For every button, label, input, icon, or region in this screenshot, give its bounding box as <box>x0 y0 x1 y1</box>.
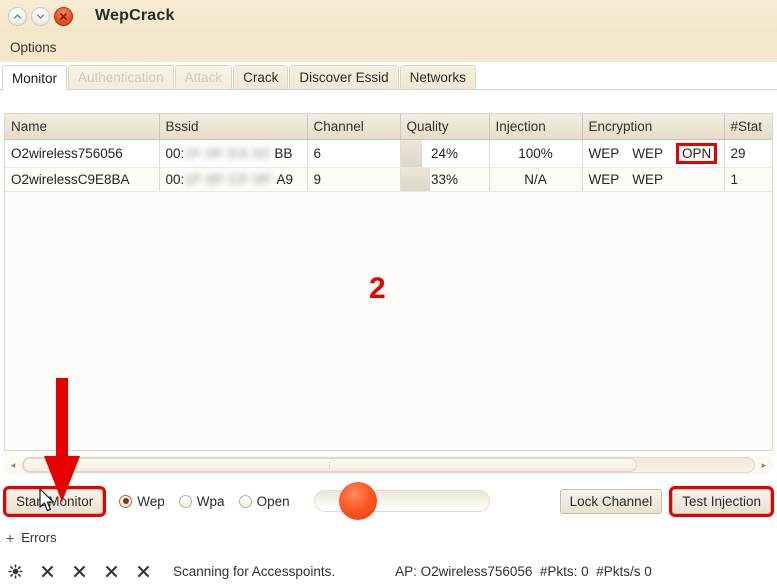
radio-option-open[interactable]: Open <box>238 493 290 509</box>
column-header-encryption[interactable]: Encryption <box>582 114 725 140</box>
tab-monitor[interactable]: Monitor <box>2 65 68 90</box>
bssid-redacted: 1F:9F:CF:0F: <box>184 172 277 188</box>
bssid-suffix: A9 <box>276 171 294 187</box>
chevron-down-icon <box>36 13 45 19</box>
annotation-step-number: 2 <box>369 272 386 305</box>
accesspoint-table: Name Bssid Channel Quality Injection Enc… <box>5 114 772 192</box>
status-message: Scanning for Accesspoints. <box>173 563 336 579</box>
cross-icon <box>41 565 54 577</box>
column-header-quality[interactable]: Quality <box>400 114 490 140</box>
radio-wpa-label: Wpa <box>196 493 225 509</box>
mode-radio-group: Wep Wpa Open <box>119 494 297 509</box>
encryption-part-2: WEP <box>632 172 664 187</box>
bssid-redacted: 1F:9F:E9:30: <box>184 146 275 162</box>
bssid-prefix: 00: <box>165 171 185 187</box>
cell-name: O2wirelessC9E8BA <box>5 167 160 192</box>
expander-plus-icon[interactable]: + <box>6 531 14 545</box>
tab-networks[interactable]: Networks <box>399 65 476 89</box>
cell-quality: 33% <box>400 167 490 192</box>
column-header-stat[interactable]: #Stat <box>724 114 772 140</box>
column-header-bssid[interactable]: Bssid <box>159 114 308 140</box>
scrollbar-track[interactable]: ⋮ <box>22 457 755 473</box>
table-row[interactable]: O2wireless756056 00:1F:9F:E9:30:BB 6 24%… <box>5 139 772 168</box>
sun-icon <box>8 563 23 579</box>
radio-open-label: Open <box>256 493 290 509</box>
menu-bar: Options <box>0 32 777 62</box>
cell-injection: N/A <box>489 167 583 192</box>
cell-stat: 1 <box>724 167 772 192</box>
horizontal-scrollbar[interactable]: ◂ ⋮ ▸ <box>4 455 773 475</box>
cell-bssid: 00:1F:9F:CF:0F:A9 <box>159 167 308 192</box>
cross-icon <box>105 565 118 577</box>
status-bar: Scanning for Accesspoints. AP: O2wireles… <box>0 556 777 586</box>
status-ap-info: AP: O2wireless756056 #Pkts: 0 #Pkts/s 0 <box>395 563 652 579</box>
cell-name: O2wireless756056 <box>5 139 160 168</box>
tab-crack[interactable]: Crack <box>233 65 289 89</box>
cell-encryption: WEP WEP <box>582 167 725 192</box>
window-controls <box>8 6 73 26</box>
table-row[interactable]: O2wirelessC9E8BA 00:1F:9F:CF:0F:A9 9 33%… <box>5 167 772 192</box>
cell-stat: 29 <box>724 139 772 168</box>
close-icon <box>60 12 67 20</box>
maximize-button[interactable] <box>31 6 50 26</box>
cell-encryption: WEP WEP OPN <box>582 139 725 168</box>
scrollbar-grip-icon: ⋮ <box>325 460 335 470</box>
tab-attack: Attack <box>174 65 233 89</box>
quality-value: 33% <box>430 172 459 187</box>
window-title: WepCrack <box>95 7 175 24</box>
close-button[interactable] <box>54 6 73 26</box>
scrollbar-thumb[interactable]: ⋮ <box>23 458 638 472</box>
status-icon-group <box>8 563 151 579</box>
column-header-channel[interactable]: Channel <box>307 114 401 140</box>
table-header-row: Name Bssid Channel Quality Injection Enc… <box>5 114 772 140</box>
control-bar-right: Lock Channel Test Injection <box>559 485 774 517</box>
errors-expander[interactable]: + Errors <box>6 530 57 545</box>
cell-quality: 24% <box>400 139 490 168</box>
test-injection-button[interactable]: Test Injection <box>669 485 774 517</box>
cross-icon <box>73 565 86 577</box>
scroll-right-arrow-icon[interactable]: ▸ <box>755 460 773 471</box>
quality-value: 24% <box>430 146 459 161</box>
tab-discover-essid[interactable]: Discover Essid <box>289 65 399 89</box>
cross-icon <box>137 565 150 577</box>
encryption-part-1: WEP <box>588 172 620 187</box>
cell-channel: 6 <box>307 139 401 168</box>
column-header-name[interactable]: Name <box>5 114 160 140</box>
radio-wep-indicator[interactable] <box>119 494 133 508</box>
radio-option-wep[interactable]: Wep <box>119 494 165 509</box>
annotation-arrow-icon <box>44 378 80 502</box>
tab-strip: Monitor Authentication Attack Crack Disc… <box>0 62 777 90</box>
cell-injection: 100% <box>489 139 583 168</box>
encryption-part-2: WEP <box>632 146 664 161</box>
scroll-left-arrow-icon[interactable]: ◂ <box>4 460 22 471</box>
open-badge: OPN <box>676 143 718 164</box>
bssid-prefix: 00: <box>165 145 185 161</box>
accesspoint-table-container[interactable]: Name Bssid Channel Quality Injection Enc… <box>4 113 773 451</box>
column-header-injection[interactable]: Injection <box>489 114 583 140</box>
radio-wpa-indicator[interactable] <box>178 494 192 508</box>
radio-option-wpa[interactable]: Wpa <box>178 493 225 509</box>
channel-slider[interactable] <box>313 482 490 520</box>
control-bar: Start Monitor Wep Wpa Open Lock Channel … <box>0 481 777 521</box>
chevron-up-icon <box>13 13 22 19</box>
tab-authentication: Authentication <box>68 65 174 89</box>
radio-wep-label: Wep <box>137 493 165 509</box>
bssid-suffix: BB <box>274 145 293 161</box>
cell-channel: 9 <box>307 167 401 192</box>
lock-channel-button[interactable]: Lock Channel <box>559 488 663 514</box>
cell-bssid: 00:1F:9F:E9:30:BB <box>159 139 308 168</box>
channel-slider-handle[interactable] <box>338 482 377 520</box>
title-bar: WepCrack <box>0 0 777 32</box>
errors-label: Errors <box>21 530 57 545</box>
radio-open-indicator[interactable] <box>238 494 252 508</box>
menu-item-options[interactable]: Options <box>4 37 63 58</box>
encryption-part-1: WEP <box>588 146 620 161</box>
minimize-button[interactable] <box>8 6 27 26</box>
